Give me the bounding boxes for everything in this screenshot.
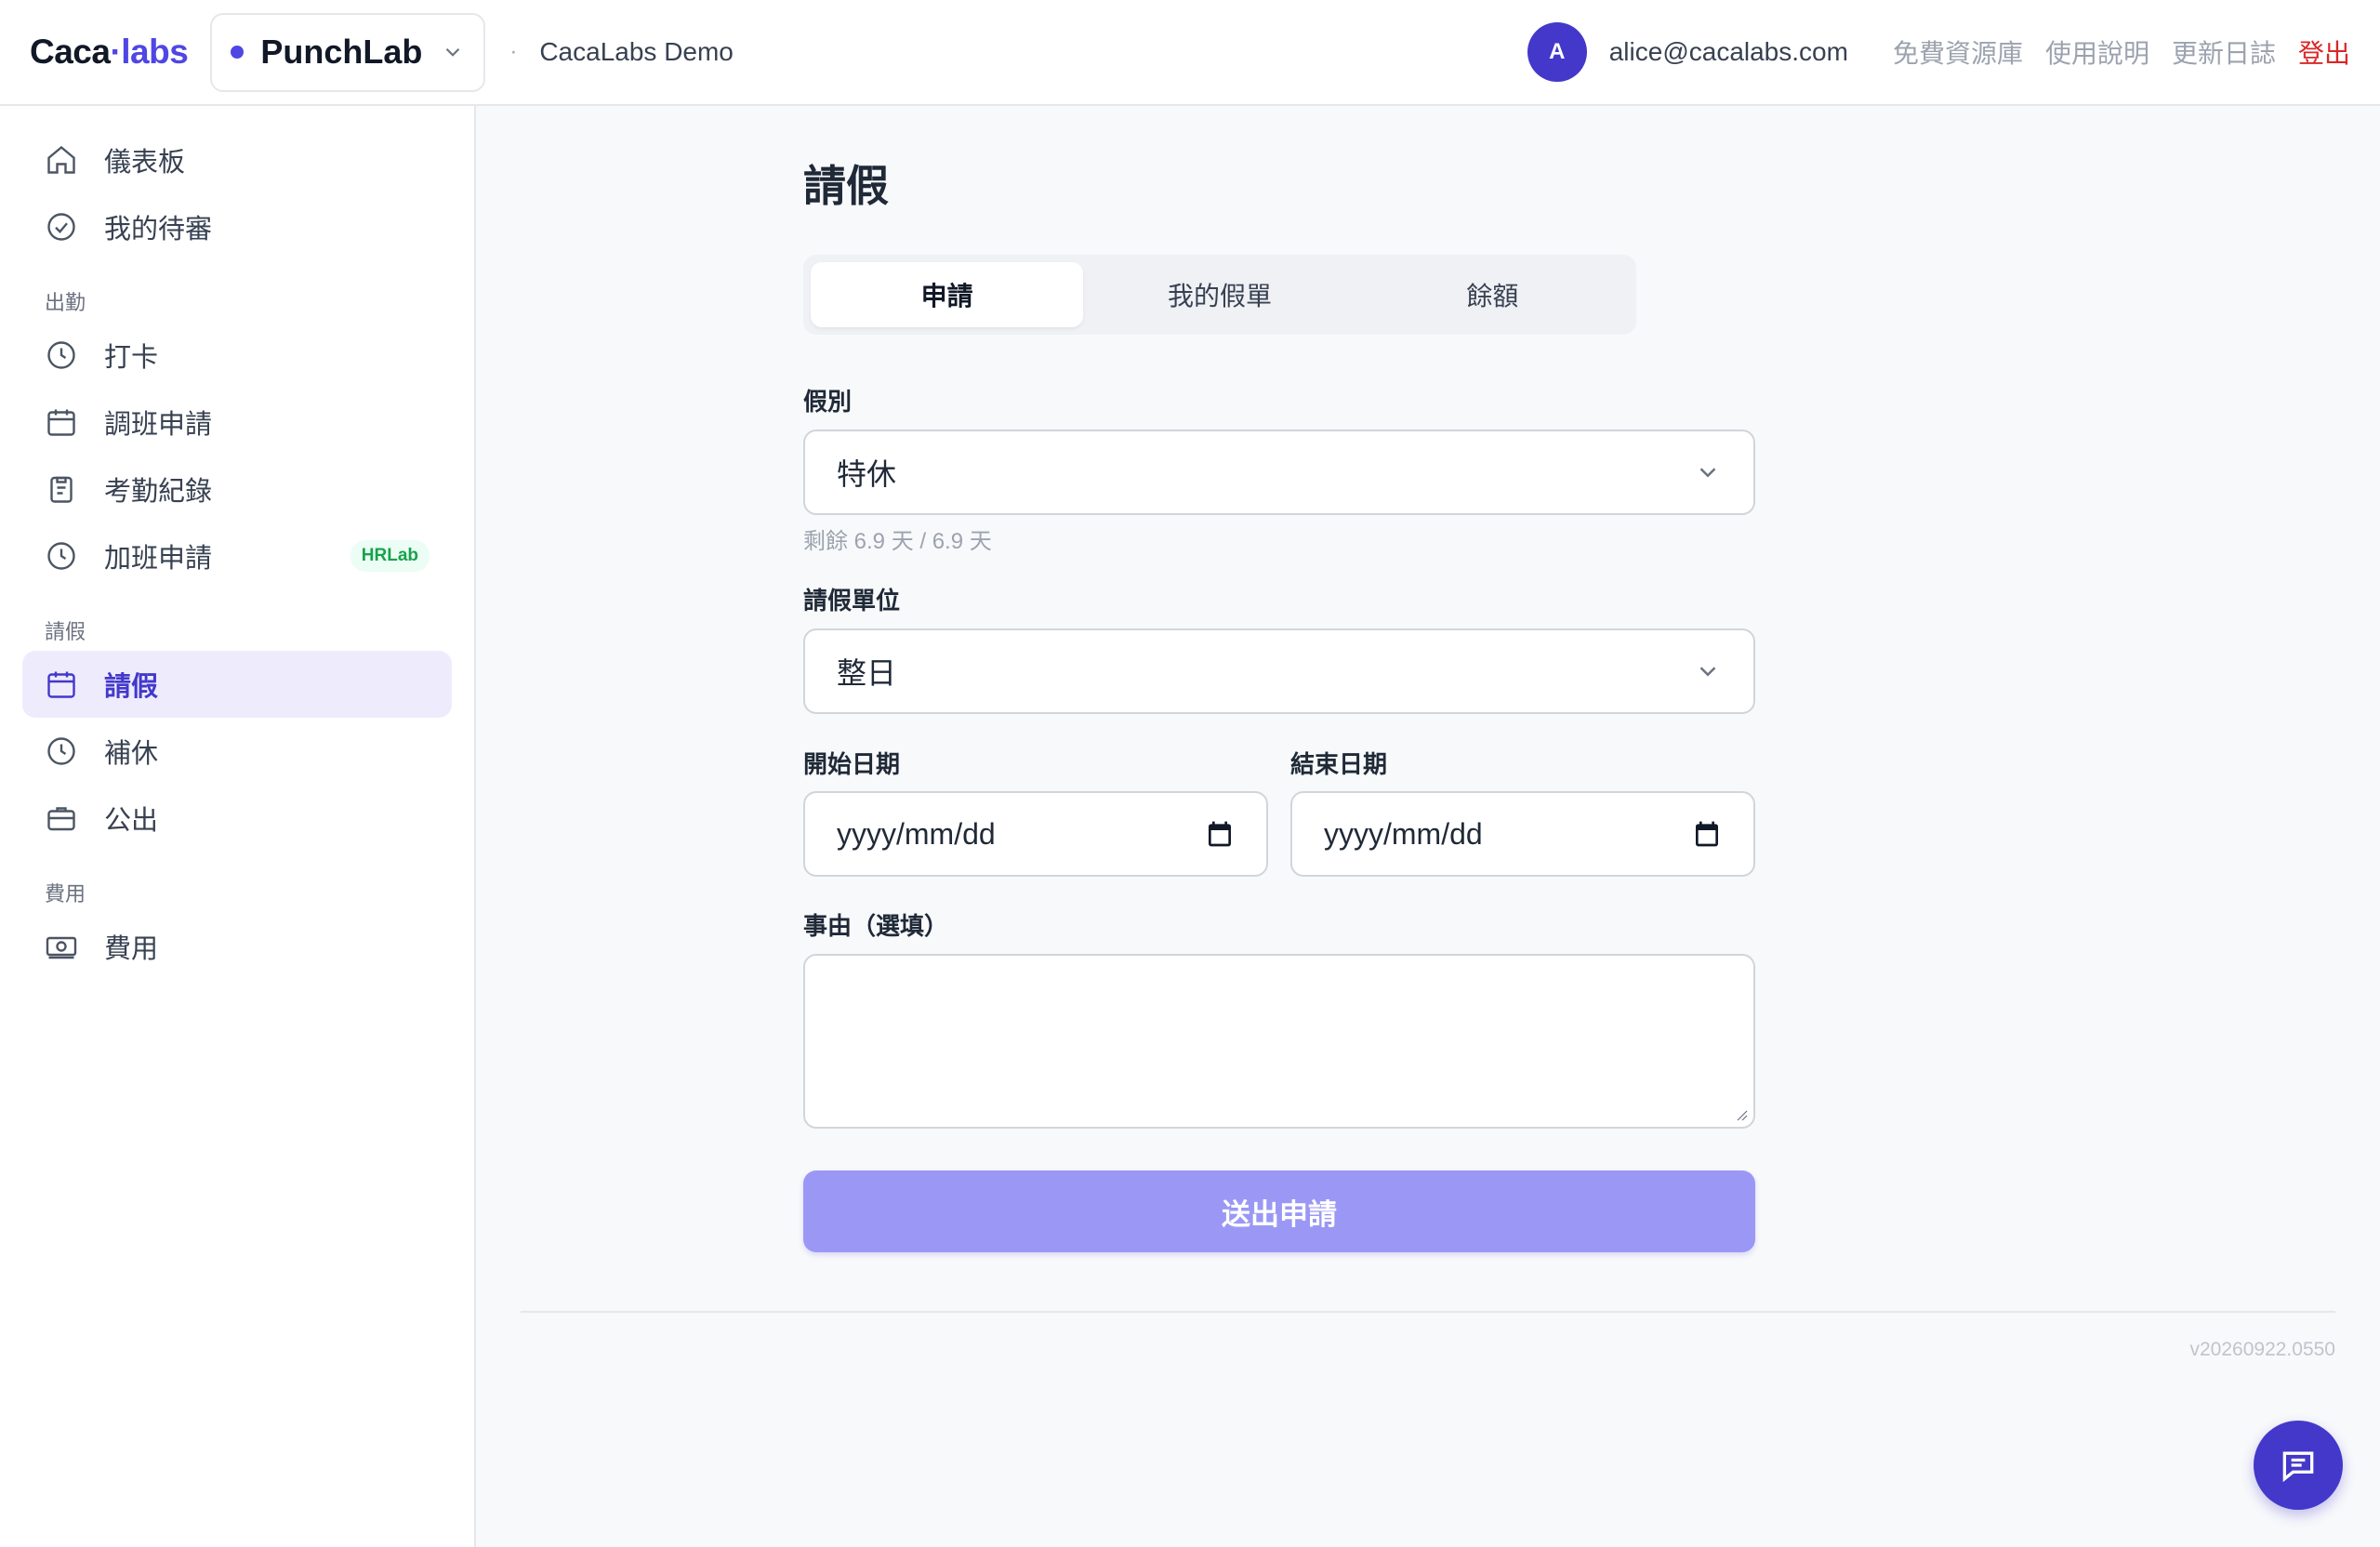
leave-type-select[interactable]: 特休 bbox=[803, 430, 1755, 515]
reason-textarea[interactable] bbox=[803, 954, 1755, 1129]
sidebar-item-overtime[interactable]: 加班申請 HRLab bbox=[22, 522, 452, 589]
chevron-down-icon bbox=[446, 47, 460, 57]
leave-unit-label: 請假單位 bbox=[803, 587, 901, 615]
app-name: PunchLab bbox=[260, 33, 423, 71]
page-title: 請假 bbox=[803, 162, 889, 210]
version-text: v20260922.0550 bbox=[2189, 1339, 2336, 1360]
end-date-label: 結束日期 bbox=[1290, 750, 1388, 778]
section-leave: 請假 bbox=[45, 620, 86, 643]
chevron-down-icon bbox=[1699, 468, 1716, 478]
sidebar-item-leave[interactable]: 請假 bbox=[22, 651, 452, 718]
org-separator: · bbox=[509, 39, 518, 64]
leave-type-value: 特休 bbox=[837, 457, 897, 491]
clock-icon bbox=[47, 542, 75, 570]
end-date-input[interactable]: yyyy/mm/dd bbox=[1290, 791, 1755, 877]
tab-balance[interactable]: 餘額 bbox=[1356, 262, 1629, 327]
reason-label: 事由（選填） bbox=[803, 912, 949, 940]
section-expenses: 費用 bbox=[45, 882, 86, 906]
tab-bar: 申請 我的假單 餘額 bbox=[803, 255, 1636, 335]
sidebar-item-shift-change[interactable]: 調班申請 bbox=[22, 389, 452, 456]
start-date-placeholder: yyyy/mm/dd bbox=[837, 816, 996, 851]
app-switcher[interactable]: PunchLab bbox=[210, 12, 486, 92]
avatar[interactable]: A bbox=[1527, 22, 1587, 82]
app-status-dot bbox=[231, 46, 245, 59]
submit-button[interactable]: 送出申請 bbox=[803, 1170, 1755, 1252]
sidebar-item-attendance-records[interactable]: 考勤紀錄 bbox=[22, 456, 452, 522]
end-date-placeholder: yyyy/mm/dd bbox=[1324, 816, 1483, 851]
cash-icon bbox=[46, 936, 77, 959]
sidebar-item-expenses[interactable]: 費用 bbox=[22, 913, 452, 980]
clipboard-icon bbox=[50, 476, 73, 503]
clock-icon bbox=[47, 737, 75, 765]
calendar-icon bbox=[47, 671, 75, 698]
sidebar-item-comp-leave[interactable]: 補休 bbox=[22, 718, 452, 785]
calendar-icon[interactable] bbox=[1692, 819, 1722, 849]
chevron-down-icon bbox=[1699, 667, 1716, 677]
user-email: alice@cacalabs.com bbox=[1608, 37, 1848, 66]
link-free-resources[interactable]: 免費資源庫 bbox=[1893, 33, 2023, 71]
sidebar-item-punch[interactable]: 打卡 bbox=[22, 322, 452, 389]
resize-handle-icon[interactable] bbox=[1733, 1106, 1748, 1121]
clock-icon bbox=[47, 341, 75, 369]
sidebar-item-business-trip[interactable]: 公出 bbox=[22, 785, 452, 852]
briefcase-icon bbox=[47, 807, 75, 831]
leave-unit-value: 整日 bbox=[837, 656, 897, 690]
calendar-icon[interactable] bbox=[1205, 819, 1235, 849]
sidebar-item-dashboard[interactable]: 儀表板 bbox=[22, 126, 452, 193]
chat-button[interactable] bbox=[2254, 1421, 2343, 1510]
section-attendance: 出勤 bbox=[45, 291, 86, 314]
footer-divider bbox=[521, 1311, 2335, 1313]
tab-apply[interactable]: 申請 bbox=[811, 262, 1084, 327]
home-icon bbox=[47, 145, 75, 174]
hrlab-badge: HRLab bbox=[350, 540, 430, 572]
top-header: Caca·labs PunchLab · CacaLabs Demo A ali… bbox=[0, 0, 2380, 106]
sidebar-item-my-approvals[interactable]: 我的待審 bbox=[22, 193, 452, 260]
sidebar: 儀表板 我的待審 出勤 打卡 調班申請 考勤紀錄 加班申請 HRLab 請假 請… bbox=[0, 106, 476, 1547]
link-changelog[interactable]: 更新日誌 bbox=[2172, 33, 2276, 71]
start-date-label: 開始日期 bbox=[803, 750, 901, 778]
leave-unit-select[interactable]: 整日 bbox=[803, 628, 1755, 714]
check-circle-icon bbox=[47, 213, 75, 241]
calendar-icon bbox=[47, 409, 75, 436]
chat-icon bbox=[2282, 1451, 2314, 1483]
start-date-input[interactable]: yyyy/mm/dd bbox=[803, 791, 1268, 877]
main-content: 請假 申請 我的假單 餘額 假別 特休 剩餘 6.9 天 / 6.9 天 請假單… bbox=[476, 106, 2380, 1547]
link-user-guide[interactable]: 使用說明 bbox=[2045, 33, 2149, 71]
leave-type-label: 假別 bbox=[803, 388, 853, 416]
org-name: CacaLabs Demo bbox=[539, 37, 734, 66]
tab-my-leaves[interactable]: 我的假單 bbox=[1083, 262, 1355, 327]
logout-link[interactable]: 登出 bbox=[2298, 33, 2350, 71]
leave-balance-hint: 剩餘 6.9 天 / 6.9 天 bbox=[803, 529, 992, 554]
logo[interactable]: Caca·labs bbox=[30, 33, 189, 72]
